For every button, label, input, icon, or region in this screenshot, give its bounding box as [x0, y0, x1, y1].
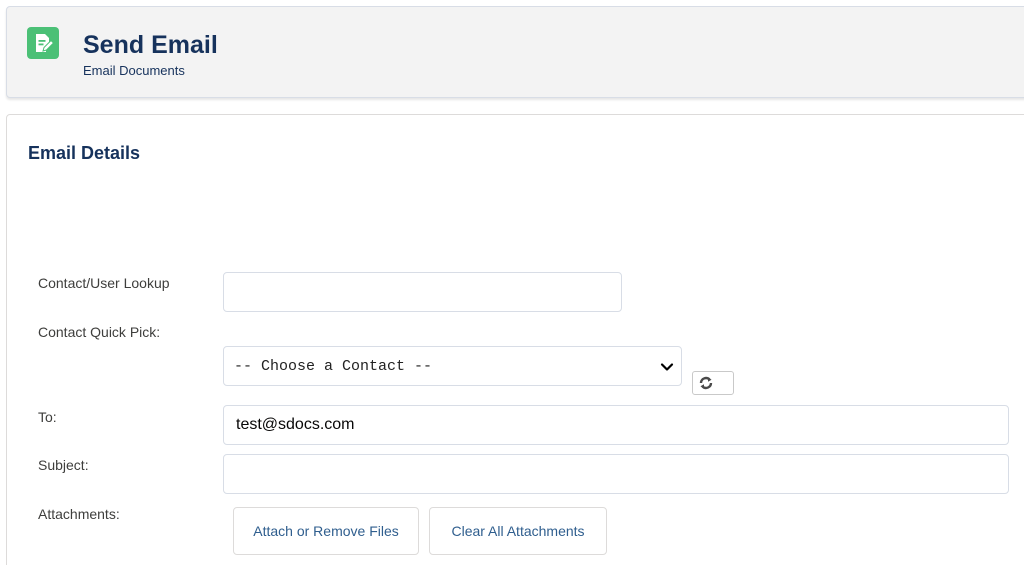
- refresh-contacts-button[interactable]: [692, 371, 734, 395]
- to-input[interactable]: [223, 405, 1009, 445]
- section-title: Email Details: [28, 143, 141, 163]
- page-subtitle: Email Documents: [83, 63, 185, 78]
- chevron-down-icon: [660, 363, 674, 371]
- contact-quick-pick-select[interactable]: -- Choose a Contact --: [223, 346, 682, 386]
- page-title: Send Email: [83, 31, 218, 59]
- send-email-page: Send Email Email Documents Email Details…: [0, 0, 1024, 565]
- clear-all-attachments-button[interactable]: Clear All Attachments: [429, 507, 607, 555]
- subject-input[interactable]: [223, 454, 1009, 494]
- subject-label: Subject:: [38, 457, 89, 473]
- attach-remove-files-button[interactable]: Attach or Remove Files: [233, 507, 419, 555]
- refresh-icon: [699, 376, 713, 390]
- attachments-label: Attachments:: [38, 506, 120, 522]
- contact-lookup-label: Contact/User Lookup: [38, 275, 170, 291]
- page-header: Send Email Email Documents: [6, 6, 1024, 98]
- document-edit-icon: [27, 27, 59, 59]
- quick-pick-label: Contact Quick Pick:: [38, 324, 161, 340]
- to-label: To:: [38, 409, 57, 425]
- quick-pick-selected-value: -- Choose a Contact --: [234, 357, 433, 375]
- contact-lookup-input[interactable]: [223, 272, 622, 312]
- email-details-card: Email Details Contact/User Lookup Contac…: [6, 114, 1024, 565]
